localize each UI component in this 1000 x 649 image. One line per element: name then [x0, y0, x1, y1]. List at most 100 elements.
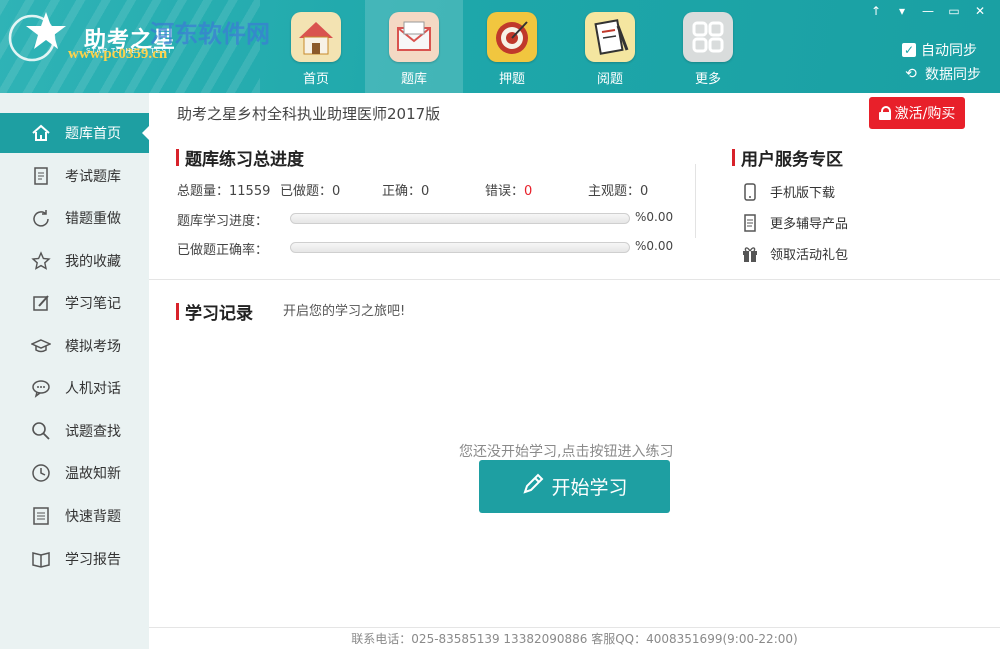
nav-review-label: 阅题: [596, 72, 623, 87]
sidebar-item-label: 温故知新: [65, 466, 121, 482]
sync-panel: ✓ 自动同步 ⟲ 数据同步: [902, 38, 981, 86]
sidebar-item-label: 考试题库: [65, 169, 121, 185]
mobile-download-label: 手机版下载: [770, 186, 836, 201]
record-subtitle: 开启您的学习之旅吧!: [283, 304, 406, 319]
more-products-label: 更多辅导产品: [770, 217, 849, 232]
graduation-cap-icon: [30, 335, 52, 357]
book-icon: [30, 548, 52, 570]
data-sync-button[interactable]: ⟲ 数据同步: [902, 62, 981, 86]
correct-count-stat: 正确：0: [382, 184, 430, 199]
service-list: 手机版下载 更多辅导产品 领取活动礼包: [742, 176, 848, 269]
main-nav: 首页 题库 押题 阅题 更多: [267, 0, 757, 93]
auto-sync-toggle[interactable]: ✓ 自动同步: [902, 38, 981, 62]
section-divider: [695, 164, 696, 238]
sidebar-item-review[interactable]: 温故知新: [0, 453, 149, 493]
empty-state-hint: 您还没开始学习,点击按钮进入练习: [459, 444, 674, 460]
skin-button[interactable]: ↑: [864, 2, 888, 20]
target-icon: [487, 12, 537, 62]
sidebar-item-label: 错题重做: [65, 211, 121, 227]
sidebar-item-label: 题库首页: [65, 126, 121, 142]
sidebar-item-label: 快速背题: [65, 509, 121, 525]
progress-stats: 总题量：11559 已做题：0 正确：0 错误：0 主观题：0: [177, 180, 697, 199]
sidebar-item-label: 模拟考场: [65, 339, 121, 355]
document-icon: [742, 213, 758, 232]
logo-star-icon: [8, 12, 66, 62]
progress-heading-text: 题库练习总进度: [185, 150, 304, 170]
start-study-button[interactable]: 开始学习: [479, 460, 670, 513]
sidebar-item-quick-memorize[interactable]: 快速背题: [0, 496, 149, 536]
study-progress-value: %0.00: [635, 210, 674, 224]
sidebar-item-search[interactable]: 试题查找: [0, 411, 149, 451]
total-count-value: 11559: [229, 184, 271, 199]
contact-footer: 联系电话：025-83585139 13382090886 客服QQ：40083…: [351, 632, 798, 646]
subjective-count-stat: 主观题：0: [588, 184, 649, 199]
sidebar-item-bank-home[interactable]: 题库首页: [0, 113, 150, 153]
chat-icon: [30, 377, 52, 399]
lock-icon: [878, 106, 891, 120]
grid-icon: [683, 12, 733, 62]
list-icon: [30, 505, 52, 527]
gift-package-link[interactable]: 领取活动礼包: [742, 238, 848, 269]
redo-icon: [30, 207, 52, 229]
heading-accent-bar: [732, 149, 735, 166]
close-button[interactable]: ✕: [968, 2, 992, 20]
sidebar-item-favorites[interactable]: 我的收藏: [0, 241, 149, 281]
clipboard-pen-icon: [585, 12, 635, 62]
start-study-label: 开始学习: [551, 477, 628, 499]
document-icon: [30, 165, 52, 187]
sidebar-item-exam-bank[interactable]: 考试题库: [0, 156, 149, 196]
heading-accent-bar: [176, 303, 179, 320]
nav-home[interactable]: 首页: [267, 0, 365, 93]
window-controls: ↑ ▾ — ▭ ✕: [864, 2, 992, 20]
total-count-stat: 总题量：11559: [177, 184, 271, 199]
checkbox-checked-icon[interactable]: ✓: [902, 43, 916, 57]
sidebar-item-label: 学习笔记: [65, 296, 121, 312]
done-count-value: 0: [332, 184, 341, 199]
service-section-heading: 用户服务专区: [732, 145, 843, 170]
home-outline-icon: [30, 122, 52, 144]
maximize-button[interactable]: ▭: [942, 2, 966, 20]
title-bar: 助考之星 STAR TO HELP TEST 河东软件网 www.pc0359.…: [0, 0, 1000, 93]
sidebar-item-redo-wrong[interactable]: 错题重做: [0, 198, 149, 238]
heading-accent-bar: [176, 149, 179, 166]
sync-icon: ⟲: [905, 66, 917, 82]
accuracy-progress-bar: [290, 242, 630, 253]
phone-icon: [742, 182, 758, 201]
nav-predict-label: 押题: [498, 72, 525, 87]
wrong-count-value: 0: [524, 184, 533, 199]
accuracy-value: %0.00: [635, 239, 674, 253]
gift-icon: [742, 245, 758, 263]
auto-sync-label: 自动同步: [921, 43, 977, 59]
nav-predict[interactable]: 押题: [463, 0, 561, 93]
sidebar-item-notes[interactable]: 学习笔记: [0, 283, 149, 323]
sidebar-item-dialogue[interactable]: 人机对话: [0, 368, 149, 408]
menu-button[interactable]: ▾: [890, 2, 914, 20]
sidebar: 题库首页 考试题库 错题重做 我的收藏 学习笔记 模拟考场 人机对话 试题查找 …: [0, 93, 150, 649]
pencil-icon: [521, 472, 545, 502]
nav-more-label: 更多: [694, 72, 721, 87]
progress-section-heading: 题库练习总进度: [176, 145, 304, 170]
sidebar-item-mock-exam[interactable]: 模拟考场: [0, 326, 149, 366]
nav-question-bank[interactable]: 题库: [365, 0, 463, 93]
sidebar-item-label: 试题查找: [65, 424, 121, 440]
horizontal-divider: [149, 279, 1000, 280]
service-heading-text: 用户服务专区: [741, 150, 843, 170]
minimize-button[interactable]: —: [916, 2, 940, 20]
watermark-site-name: 河东软件网: [150, 20, 270, 48]
study-progress-label: 题库学习进度：: [177, 214, 269, 229]
sidebar-item-label: 我的收藏: [65, 254, 121, 270]
question-bank-icon: [389, 12, 439, 62]
wrong-count-stat: 错误：0: [485, 184, 533, 199]
more-products-link[interactable]: 更多辅导产品: [742, 207, 848, 238]
study-progress-row: 题库学习进度： %0.00: [177, 210, 697, 229]
mobile-download-link[interactable]: 手机版下载: [742, 176, 848, 207]
gift-package-label: 领取活动礼包: [770, 248, 849, 263]
search-icon: [30, 420, 52, 442]
sidebar-item-report[interactable]: 学习报告: [0, 539, 149, 579]
activate-purchase-button[interactable]: 激活/购买: [869, 97, 965, 129]
nav-more[interactable]: 更多: [659, 0, 757, 93]
done-count-stat: 已做题：0: [280, 184, 341, 199]
accuracy-row: 已做题正确率： %0.00: [177, 239, 697, 258]
nav-review[interactable]: 阅题: [561, 0, 659, 93]
edit-note-icon: [30, 292, 52, 314]
